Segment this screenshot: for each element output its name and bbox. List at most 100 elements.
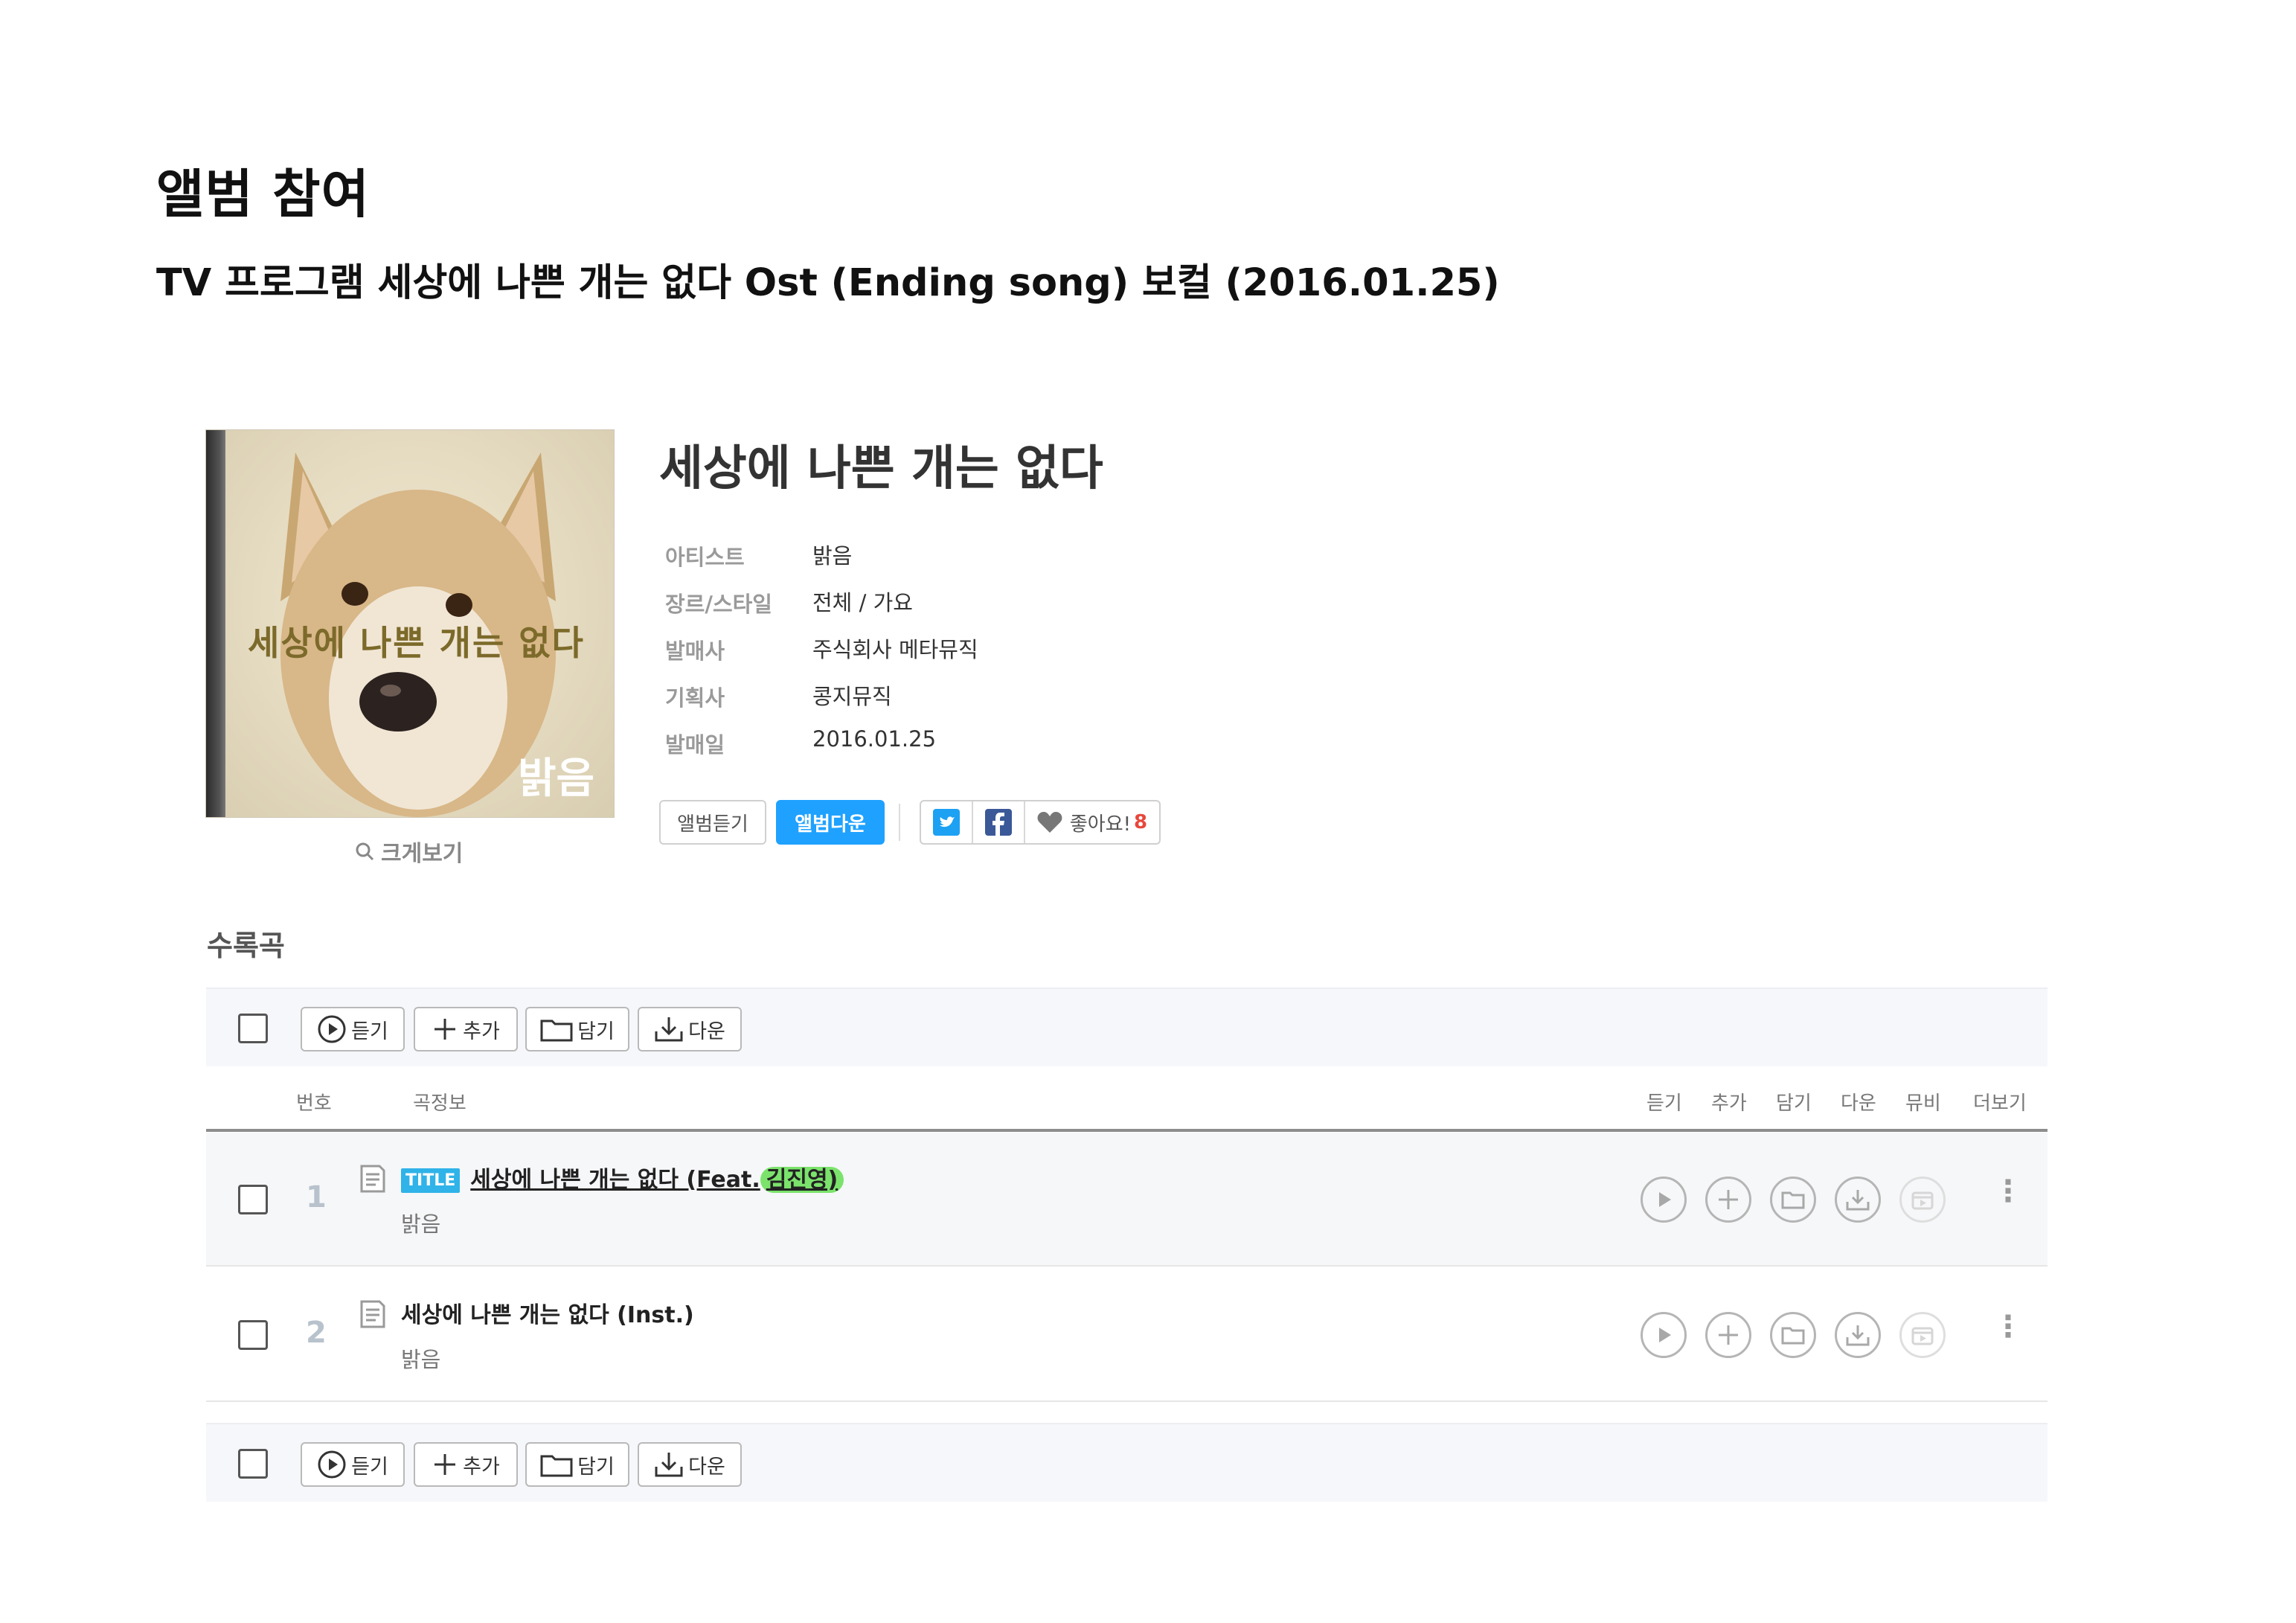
table-header-divider — [206, 1129, 2048, 1132]
album-title: 세상에 나쁜 개는 없다 — [659, 441, 1103, 496]
play-circle-icon — [318, 1015, 346, 1043]
folder-icon — [1781, 1191, 1805, 1209]
info-label-publisher: 발매사 — [665, 638, 725, 664]
like-count: 8 — [1134, 811, 1148, 833]
row-save-button[interactable] — [1770, 1177, 1816, 1223]
zoom-label: 크게보기 — [381, 841, 464, 867]
info-value-genre: 전체 / 가요 — [812, 590, 913, 615]
select-all-checkbox[interactable] — [238, 1014, 268, 1043]
plus-icon — [434, 1019, 456, 1040]
track-title: 세상에 나쁜 개는 없다 (Feat. — [470, 1167, 760, 1193]
play-circle-icon — [318, 1450, 346, 1479]
row-mv-button[interactable] — [1899, 1177, 1946, 1223]
row-mv-button[interactable] — [1899, 1312, 1946, 1358]
info-label-artist: 아티스트 — [665, 545, 745, 570]
column-header-mv: 뮤비 — [1905, 1092, 1941, 1115]
title-badge: TITLE — [401, 1168, 461, 1193]
column-header-add: 추가 — [1711, 1092, 1747, 1115]
row-add-button[interactable] — [1705, 1177, 1751, 1223]
album-cover[interactable]: 세상에 나쁜 개는 없다 밝음 — [205, 429, 615, 818]
folder-icon — [540, 1455, 573, 1477]
facebook-icon — [985, 809, 1012, 836]
row-download-button[interactable] — [1835, 1312, 1881, 1358]
toolbar-play-label: 듣기 — [351, 1019, 388, 1043]
tracklist-title: 수록곡 — [207, 929, 285, 962]
tracklist-toolbar-top: 듣기 추가 담기 다운 — [206, 987, 2048, 1066]
toolbar-add-button[interactable]: 추가 — [414, 1007, 518, 1051]
button-divider — [899, 804, 900, 841]
album-download-button[interactable]: 앨범다운 — [776, 800, 885, 845]
folder-icon — [1781, 1327, 1805, 1345]
column-header-download: 다운 — [1841, 1092, 1876, 1115]
twitter-icon — [933, 809, 960, 836]
toolbar-add-label: 추가 — [463, 1455, 500, 1479]
track-artist[interactable]: 밝음 — [401, 1207, 440, 1238]
row-more-button[interactable]: ⋮ — [1993, 1310, 2023, 1344]
download-icon — [1846, 1190, 1870, 1211]
page-subheading: TV 프로그램 세상에 나쁜 개는 없다 Ost (Ending song) 보… — [156, 261, 1500, 305]
tracklist-toolbar-bottom: 듣기 추가 담기 다운 — [206, 1423, 2048, 1502]
video-icon — [1911, 1191, 1934, 1210]
toolbar-download-button[interactable]: 다운 — [638, 1442, 742, 1487]
heart-icon — [1037, 812, 1062, 833]
page-heading: 앨범 참여 — [156, 164, 370, 225]
download-icon — [655, 1017, 683, 1042]
song-info-icon[interactable] — [359, 1299, 386, 1329]
info-value-artist[interactable]: 밝음 — [812, 539, 852, 570]
magnifier-icon — [356, 842, 374, 861]
row-more-button[interactable]: ⋮ — [1993, 1174, 2023, 1209]
row-download-button[interactable] — [1835, 1177, 1881, 1223]
plus-icon — [1719, 1325, 1738, 1345]
row-play-button[interactable] — [1641, 1312, 1687, 1358]
toolbar-download-label: 다운 — [688, 1019, 725, 1043]
video-icon — [1911, 1327, 1934, 1345]
info-label-agency: 기획사 — [665, 685, 725, 711]
play-icon — [1659, 1192, 1671, 1207]
song-info-icon[interactable] — [359, 1164, 386, 1194]
track-number: 1 — [306, 1180, 327, 1214]
toolbar-play-button[interactable]: 듣기 — [301, 1007, 405, 1051]
column-header-more: 더보기 — [1973, 1092, 2027, 1115]
info-value-release-date: 2016.01.25 — [812, 726, 937, 752]
twitter-share-button[interactable] — [921, 801, 972, 843]
column-header-number: 번호 — [296, 1092, 332, 1115]
play-icon — [1659, 1328, 1671, 1342]
column-header-save: 담기 — [1776, 1092, 1812, 1115]
toolbar-play-button[interactable]: 듣기 — [301, 1442, 405, 1487]
toolbar-save-button[interactable]: 담기 — [525, 1442, 629, 1487]
plus-icon — [434, 1454, 456, 1475]
select-all-checkbox[interactable] — [238, 1449, 268, 1479]
folder-icon — [540, 1019, 573, 1042]
toolbar-add-button[interactable]: 추가 — [414, 1442, 518, 1487]
table-row: 2 세상에 나쁜 개는 없다 (Inst.) 밝음 ⋮ — [206, 1268, 2048, 1402]
facebook-share-button[interactable] — [973, 801, 1024, 843]
track-title-link[interactable]: TITLE 세상에 나쁜 개는 없다 (Feat. 김진영) — [401, 1161, 844, 1194]
track-feat-artist[interactable]: 김진영) — [760, 1167, 844, 1193]
like-button[interactable]: 좋아요! 8 — [1025, 801, 1159, 843]
info-value-agency: 콩지뮤직 — [812, 684, 892, 709]
album-play-button[interactable]: 앨범듣기 — [659, 800, 766, 845]
track-number: 2 — [306, 1316, 327, 1350]
zoom-link[interactable]: 크게보기 — [354, 835, 463, 868]
toolbar-add-label: 추가 — [463, 1019, 500, 1043]
track-artist[interactable]: 밝음 — [401, 1342, 440, 1374]
info-label-genre: 장르/스타일 — [665, 592, 772, 617]
toolbar-play-label: 듣기 — [351, 1455, 388, 1479]
toolbar-download-button[interactable]: 다운 — [638, 1007, 742, 1051]
download-icon — [655, 1453, 683, 1477]
toolbar-save-button[interactable]: 담기 — [525, 1007, 629, 1051]
cover-title-text: 세상에 나쁜 개는 없다 — [248, 623, 585, 663]
track-checkbox[interactable] — [238, 1320, 268, 1350]
row-play-button[interactable] — [1641, 1177, 1687, 1223]
track-checkbox[interactable] — [238, 1185, 268, 1214]
table-row: 1 TITLE 세상에 나쁜 개는 없다 (Feat. 김진영) 밝음 ⋮ — [206, 1133, 2048, 1267]
row-save-button[interactable] — [1770, 1312, 1816, 1358]
share-group: 좋아요! 8 — [920, 800, 1161, 845]
like-label: 좋아요! — [1069, 813, 1132, 836]
row-add-button[interactable] — [1705, 1312, 1751, 1358]
toolbar-save-label: 담기 — [577, 1019, 615, 1043]
track-title[interactable]: 세상에 나쁜 개는 없다 (Inst.) — [401, 1296, 694, 1329]
column-header-info: 곡정보 — [413, 1092, 466, 1115]
column-header-play: 듣기 — [1646, 1092, 1682, 1115]
download-icon — [1846, 1325, 1870, 1346]
